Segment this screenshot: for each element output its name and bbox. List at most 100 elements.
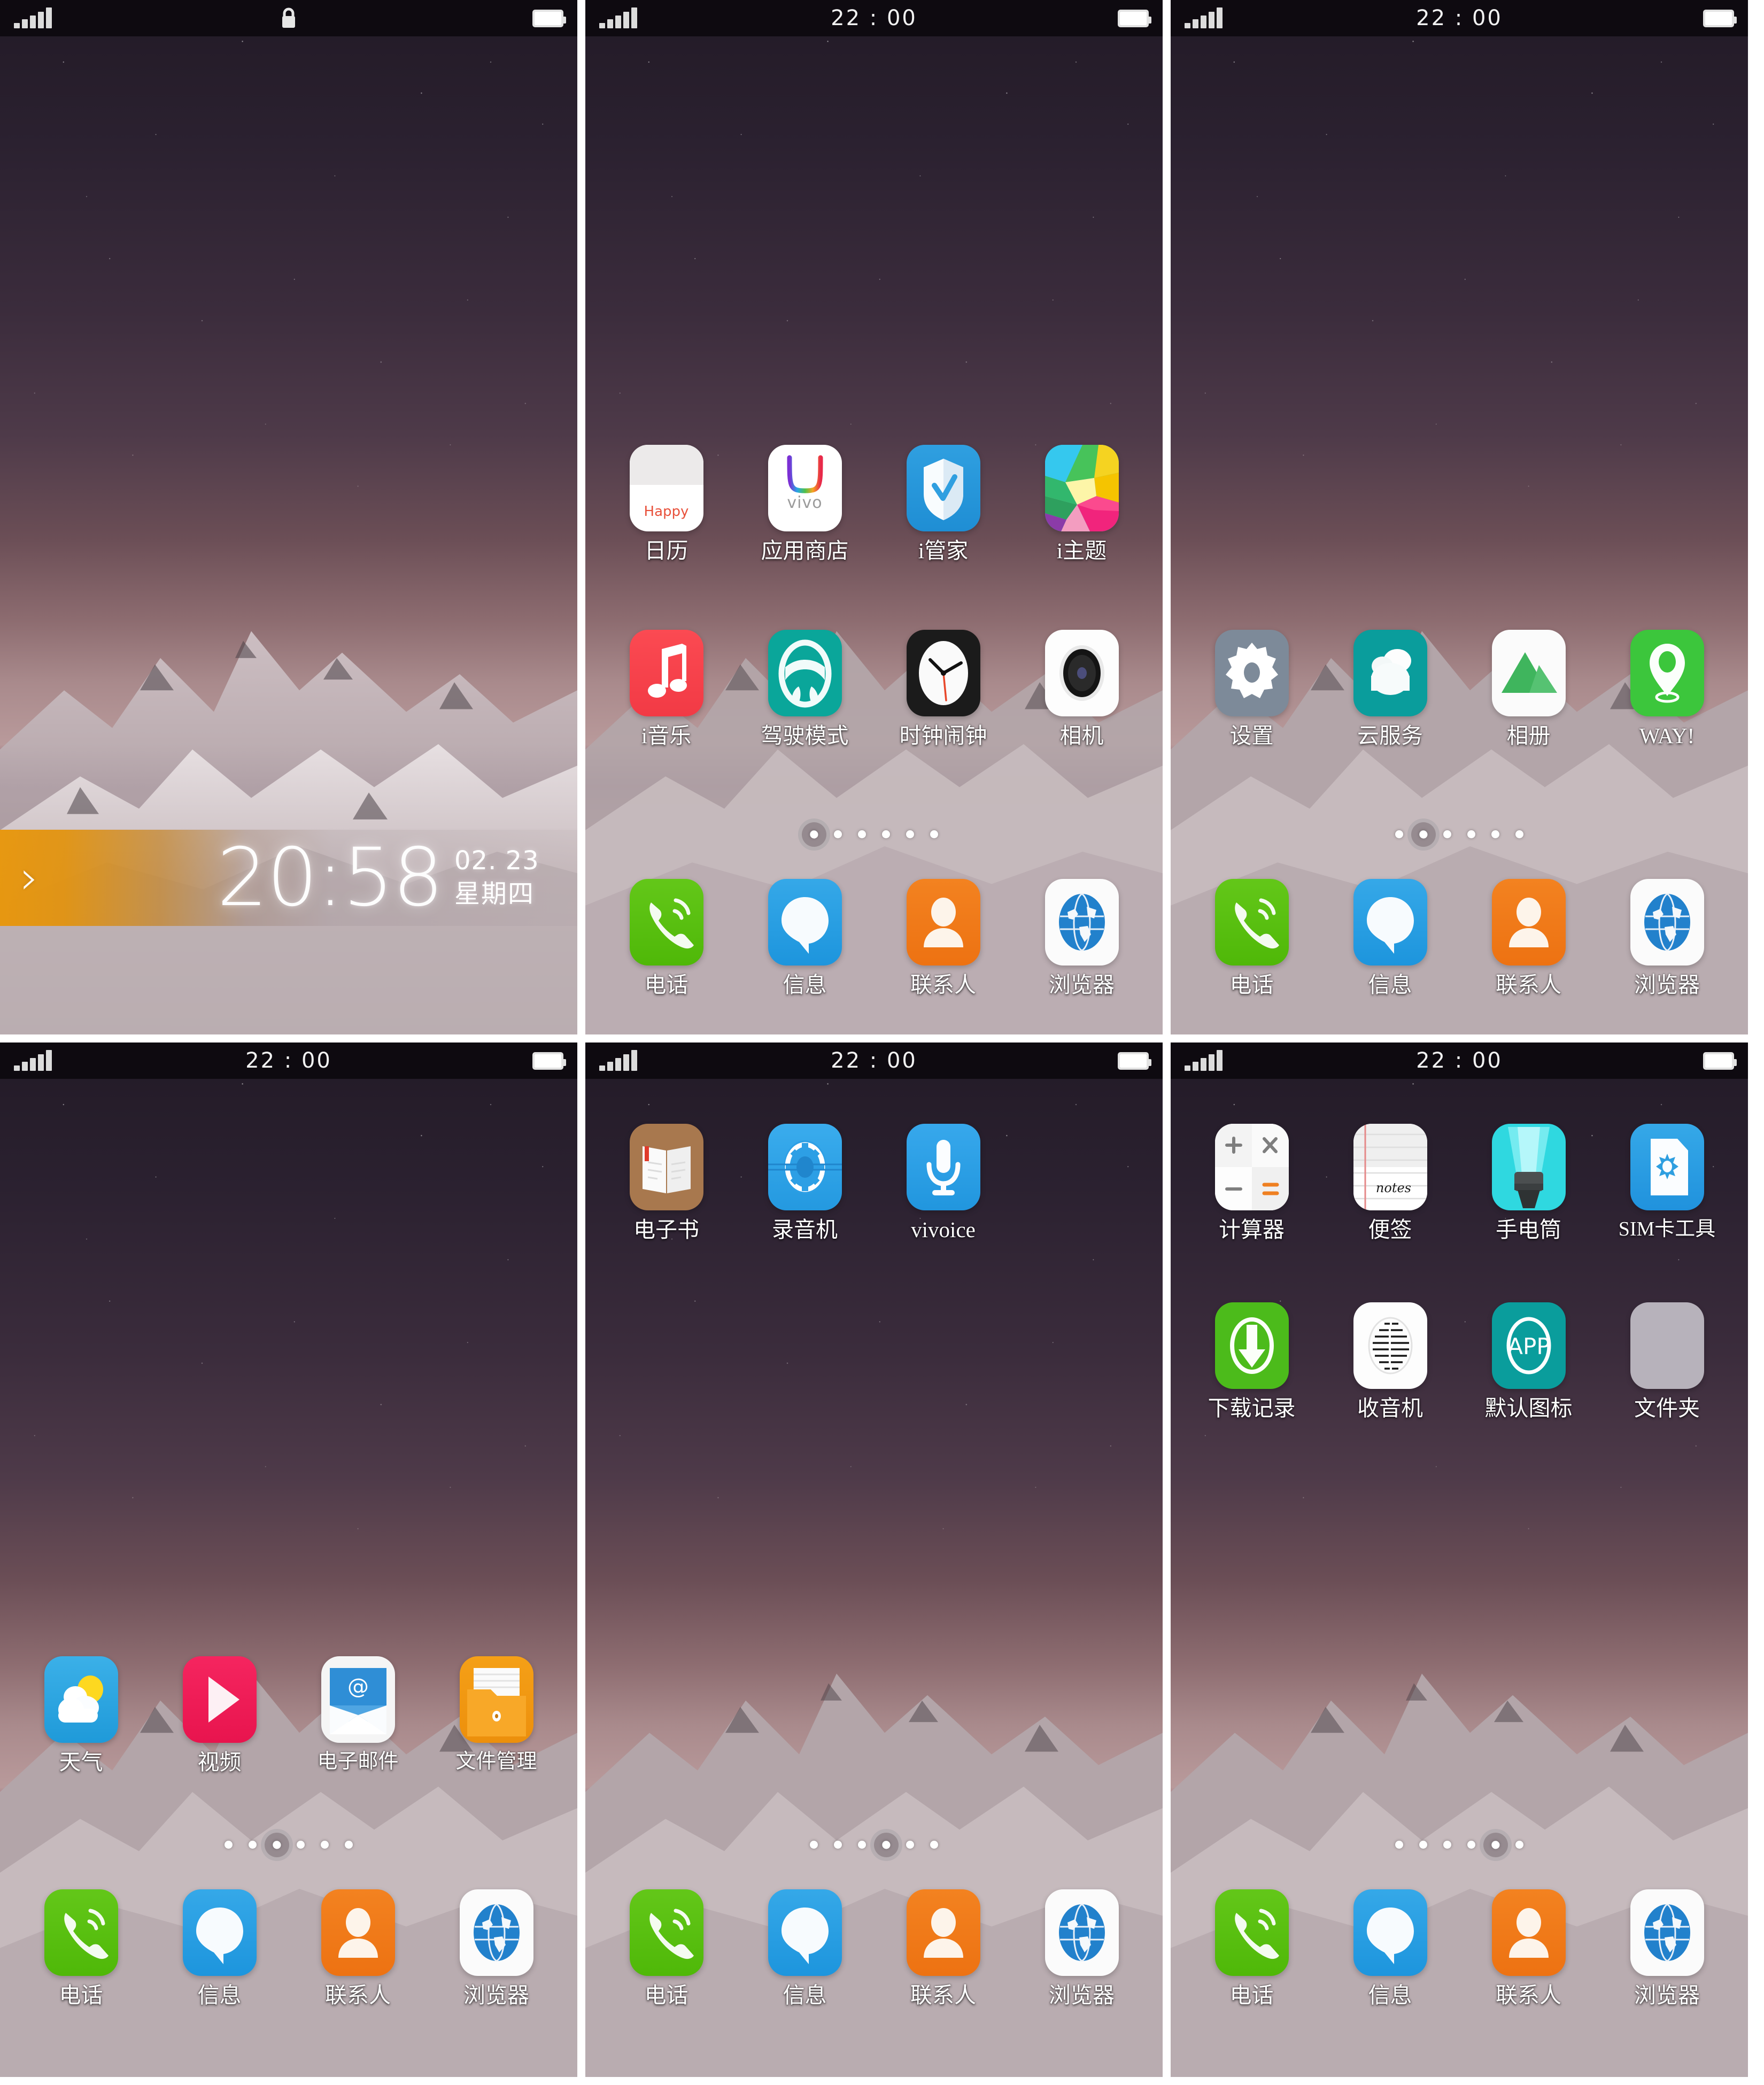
contact-person-icon[interactable]: [1491, 1889, 1566, 1976]
gear-icon[interactable]: [1214, 630, 1289, 716]
dock-browser[interactable]: 浏览器: [427, 1889, 566, 2006]
page-dot[interactable]: [297, 1841, 305, 1849]
page-dot[interactable]: [1515, 830, 1523, 838]
ebook-icon[interactable]: [629, 1124, 703, 1210]
app-video[interactable]: 视频: [150, 1656, 289, 1773]
app-clock[interactable]: 时钟闹钟: [874, 630, 1012, 747]
app-gallery[interactable]: 相册: [1459, 630, 1598, 747]
page-dot[interactable]: [858, 1841, 866, 1849]
phone-handset-icon[interactable]: [44, 1889, 118, 1976]
app-cloud[interactable]: 云服务: [1321, 630, 1459, 747]
email-envelope-icon[interactable]: @: [321, 1656, 395, 1743]
dock-browser[interactable]: 浏览器: [1012, 1889, 1151, 2006]
page-dot[interactable]: [810, 830, 818, 838]
file-folder-icon[interactable]: [459, 1656, 533, 1743]
music-note-icon[interactable]: [629, 630, 703, 716]
dock-phone[interactable]: 电话: [1182, 1889, 1321, 2006]
app-appstore[interactable]: vivo 应用商店: [736, 445, 874, 562]
app-recorder[interactable]: 录音机: [736, 1124, 874, 1241]
phone-handset-icon[interactable]: [1214, 879, 1289, 966]
app-itheme[interactable]: i主题: [1012, 445, 1151, 562]
page-dot[interactable]: [930, 830, 938, 838]
chevron-right-icon[interactable]: ›: [0, 855, 59, 901]
app-default-icon[interactable]: APP 默认图标: [1459, 1302, 1598, 1419]
page-indicator[interactable]: [585, 830, 1163, 838]
message-bubble-icon[interactable]: [182, 1889, 257, 1976]
download-arrow-icon[interactable]: [1214, 1302, 1289, 1389]
page-dot[interactable]: [273, 1841, 281, 1849]
page-dot[interactable]: [345, 1841, 353, 1849]
sim-card-icon[interactable]: [1630, 1124, 1704, 1210]
radio-icon[interactable]: [1353, 1302, 1427, 1389]
app-settings[interactable]: 设置: [1182, 630, 1321, 747]
page-dot[interactable]: [321, 1841, 329, 1849]
app-downloads[interactable]: 下载记录: [1182, 1302, 1321, 1419]
contact-person-icon[interactable]: [321, 1889, 395, 1976]
page-indicator[interactable]: [0, 1841, 577, 1849]
page-dot[interactable]: [225, 1841, 233, 1849]
page-dot[interactable]: [1515, 1841, 1523, 1849]
weather-sun-cloud-icon[interactable]: [44, 1656, 118, 1743]
camera-icon[interactable]: [1045, 630, 1119, 716]
phone-handset-icon[interactable]: [629, 1889, 703, 1976]
page-dot[interactable]: [1491, 1841, 1499, 1849]
app-folder[interactable]: 文件夹: [1598, 1302, 1736, 1419]
app-flashlight[interactable]: 手电筒: [1459, 1124, 1598, 1241]
message-bubble-icon[interactable]: [1353, 879, 1427, 966]
app-simtools[interactable]: SIM卡工具: [1598, 1124, 1736, 1241]
app-camera[interactable]: 相机: [1012, 630, 1151, 747]
page-dot[interactable]: [1419, 830, 1427, 838]
page-indicator[interactable]: [1171, 1841, 1748, 1849]
appstore-icon[interactable]: vivo: [768, 445, 842, 531]
play-triangle-icon[interactable]: [182, 1656, 257, 1743]
lockscreen-clock-widget[interactable]: › 20:58 02. 23 星期四: [0, 830, 577, 926]
dock-contacts[interactable]: 联系人: [874, 879, 1012, 996]
phone-handset-icon[interactable]: [629, 879, 703, 966]
page-dot[interactable]: [1395, 830, 1403, 838]
notes-icon[interactable]: notes: [1353, 1124, 1427, 1210]
app-email[interactable]: @ 电子邮件: [289, 1656, 427, 1773]
dock-browser[interactable]: 浏览器: [1012, 879, 1151, 996]
dock-phone[interactable]: 电话: [597, 1889, 736, 2006]
page-dot[interactable]: [930, 1841, 938, 1849]
app-calendar[interactable]: Happy 日历: [597, 445, 736, 562]
app-radio[interactable]: 收音机: [1321, 1302, 1459, 1419]
dock-messages[interactable]: 信息: [150, 1889, 289, 2006]
app-imanager[interactable]: i管家: [874, 445, 1012, 562]
calendar-icon[interactable]: Happy: [629, 445, 703, 531]
page-dot[interactable]: [1395, 1841, 1403, 1849]
page-dot[interactable]: [1491, 830, 1499, 838]
page-dot[interactable]: [858, 830, 866, 838]
page-dot[interactable]: [834, 830, 842, 838]
app-way[interactable]: WAY!: [1598, 630, 1736, 747]
globe-browser-icon[interactable]: [1630, 879, 1704, 966]
message-bubble-icon[interactable]: [768, 879, 842, 966]
folder-placeholder-icon[interactable]: [1630, 1302, 1704, 1389]
contact-person-icon[interactable]: [906, 879, 980, 966]
page-dot[interactable]: [834, 1841, 842, 1849]
dock-phone[interactable]: 电话: [12, 1889, 150, 2006]
calculator-icon[interactable]: [1214, 1124, 1289, 1210]
dock-messages[interactable]: 信息: [736, 879, 874, 996]
itheme-icon[interactable]: [1045, 445, 1119, 531]
contact-person-icon[interactable]: [906, 1889, 980, 1976]
app-weather[interactable]: 天气: [12, 1656, 150, 1773]
cloud-icon[interactable]: [1353, 630, 1427, 716]
page-dot[interactable]: [1467, 830, 1475, 838]
app-ebook[interactable]: 电子书: [597, 1124, 736, 1241]
app-notes[interactable]: notes 便签: [1321, 1124, 1459, 1241]
dock-messages[interactable]: 信息: [1321, 879, 1459, 996]
map-pin-icon[interactable]: [1630, 630, 1704, 716]
dock-contacts[interactable]: 联系人: [1459, 879, 1598, 996]
dock-phone[interactable]: 电话: [597, 879, 736, 996]
app-filemanager[interactable]: 文件管理: [427, 1656, 566, 1773]
clock-icon[interactable]: [906, 630, 980, 716]
app-imusic[interactable]: i音乐: [597, 630, 736, 747]
default-app-icon[interactable]: APP: [1491, 1302, 1566, 1389]
app-calculator[interactable]: 计算器: [1182, 1124, 1321, 1241]
message-bubble-icon[interactable]: [768, 1889, 842, 1976]
contact-person-icon[interactable]: [1491, 879, 1566, 966]
gallery-mountain-icon[interactable]: [1491, 630, 1566, 716]
dock-browser[interactable]: 浏览器: [1598, 879, 1736, 996]
page-dot[interactable]: [1443, 1841, 1451, 1849]
